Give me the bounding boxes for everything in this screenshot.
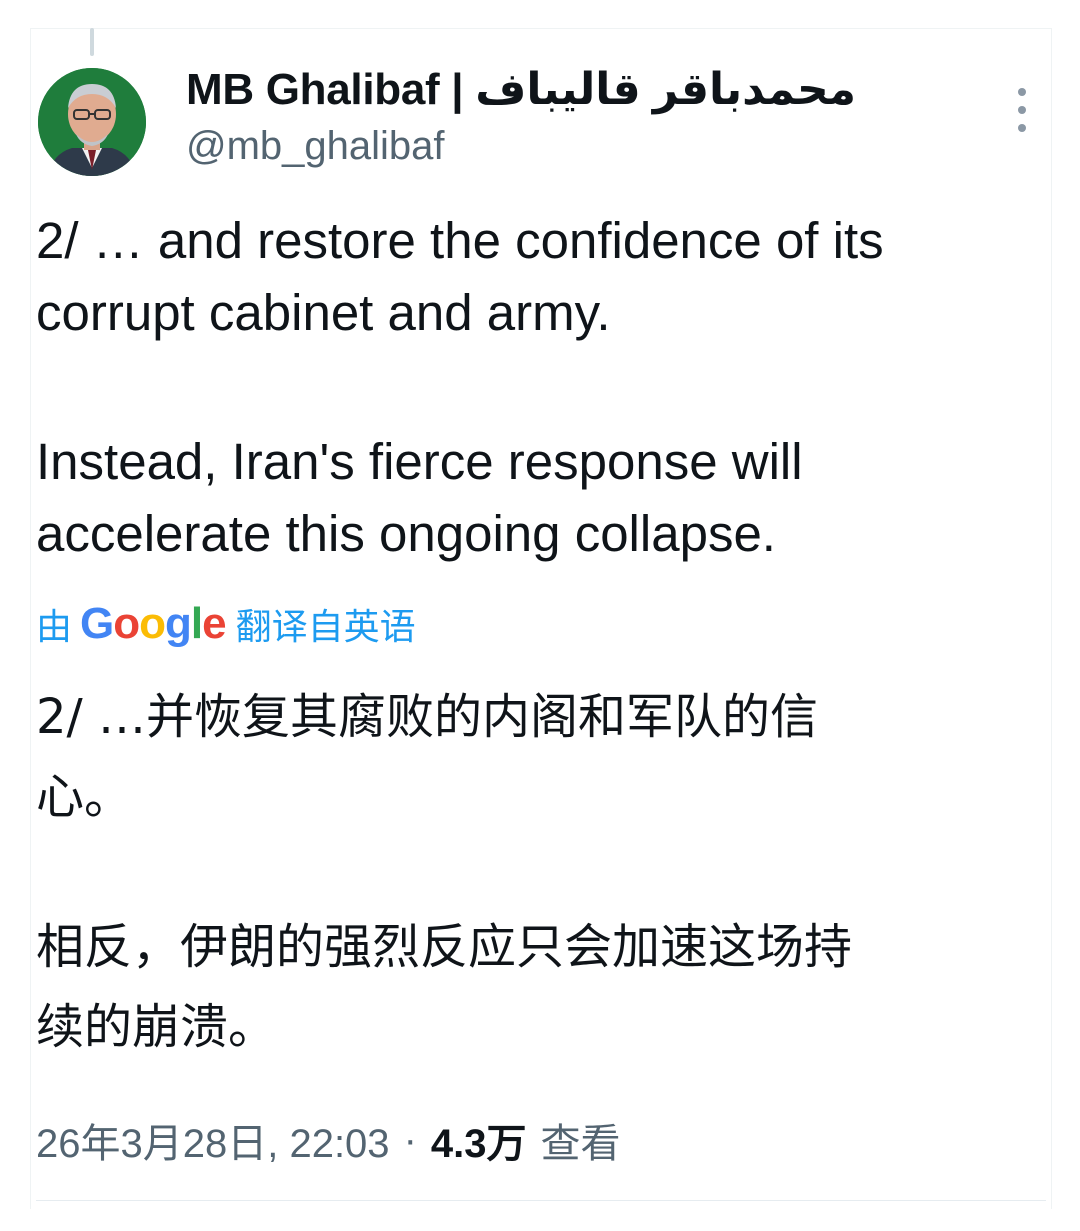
divider	[36, 1200, 1046, 1201]
profile-photo-icon	[38, 68, 146, 176]
view-label: 查看	[540, 1122, 621, 1166]
timestamp[interactable]: 26年3月28日, 22:03	[36, 1111, 390, 1169]
user-handle[interactable]: @mb_ghalibaf	[186, 124, 445, 169]
more-options-icon[interactable]	[1006, 88, 1038, 132]
display-name[interactable]: MB Ghalibaf | محمدباقر قالیباف	[186, 64, 856, 115]
avatar[interactable]	[38, 68, 146, 176]
meta-separator: ·	[403, 1117, 417, 1162]
translation-suffix: 翻译自英语	[235, 606, 416, 647]
more-dot	[1018, 124, 1026, 132]
more-dot	[1018, 106, 1026, 114]
translated-text-paragraph-2: 相反，伊朗的强烈反应只会加速这场持 续的崩溃。	[36, 919, 853, 1055]
translated-text-paragraph-1: 2/ …并恢复其腐败的内阁和军队的信 心。	[36, 689, 818, 825]
tweet-text-paragraph-1: 2/ … and restore the confidence of its c…	[36, 212, 884, 341]
tweet-text-paragraph-2: Instead, Iran's fierce response will acc…	[36, 433, 803, 562]
tweet-meta: 26年3月28日, 22:03 · 4.3万 查看	[36, 1110, 621, 1170]
more-dot	[1018, 88, 1026, 96]
translation-attribution[interactable]: 由 Google 翻译自英语	[36, 596, 416, 652]
google-logo: Google	[80, 599, 227, 648]
translation-prefix: 由	[36, 606, 73, 647]
view-count: 4.3万	[430, 1122, 527, 1166]
thread-connector-line	[90, 28, 94, 56]
